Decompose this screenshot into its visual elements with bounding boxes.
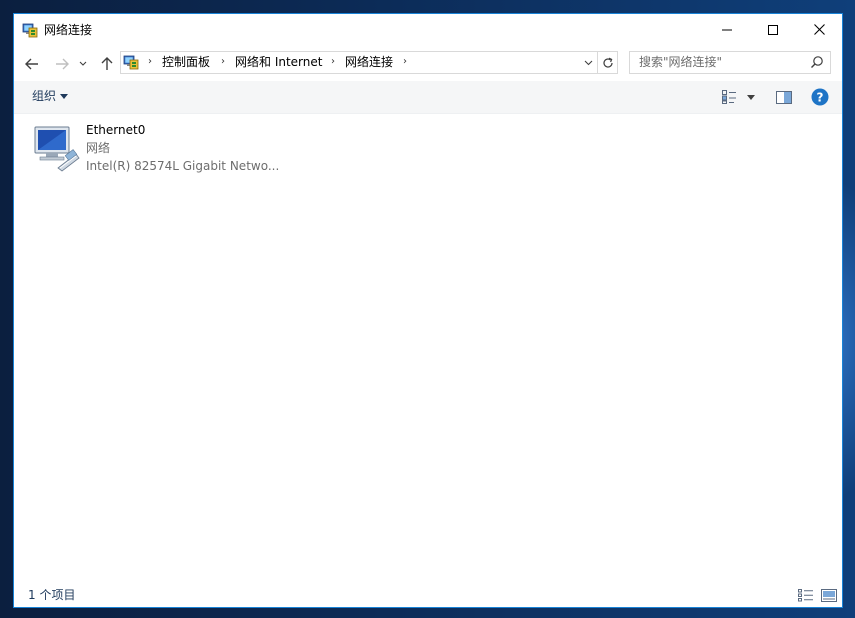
breadcrumb-separator-icon[interactable]: › (331, 56, 335, 67)
item-description: Intel(R) 82574L Gigabit Netwo... (86, 159, 280, 173)
refresh-icon (603, 57, 613, 68)
title-bar[interactable]: 网络连接 (14, 14, 842, 47)
forward-arrow-icon (56, 58, 69, 70)
search-input[interactable]: 搜索"网络连接" (639, 55, 722, 70)
navigation-bar: › 控制面板 › 网络和 Internet › 网络连接 › 搜索"网络连接" (14, 47, 842, 81)
item-type: 网络 (86, 141, 111, 155)
breadcrumb-separator-icon[interactable]: › (221, 56, 225, 67)
address-bar[interactable]: › 控制面板 › 网络和 Internet › 网络连接 › (120, 51, 618, 74)
refresh-button[interactable] (597, 52, 618, 73)
maximize-icon (768, 24, 778, 35)
forward-button[interactable] (52, 55, 72, 73)
dropdown-arrow-icon (60, 94, 69, 99)
minimize-button[interactable] (704, 14, 750, 45)
explorer-window: 网络连接 › 控制面板 › 网络和 Internet › 网络连接 › 搜索"网… (13, 13, 843, 608)
close-icon (813, 24, 825, 35)
window-title: 网络连接 (44, 23, 93, 37)
details-view-icon[interactable] (798, 589, 814, 602)
change-view-icon (722, 90, 736, 104)
search-icon[interactable] (810, 55, 824, 69)
breadcrumb-network-connections[interactable]: 网络连接 (345, 55, 393, 70)
breadcrumb-separator-icon[interactable]: › (148, 56, 152, 67)
svg-text:?: ? (817, 91, 824, 105)
back-button[interactable] (22, 55, 42, 73)
breadcrumb-control-panel[interactable]: 控制面板 (162, 55, 210, 70)
ethernet-adapter-icon (34, 126, 80, 172)
change-view-dropdown[interactable] (744, 88, 758, 106)
item-name: Ethernet0 (86, 123, 146, 137)
network-connections-icon (22, 23, 38, 38)
dropdown-arrow-icon (747, 94, 755, 100)
large-icons-view-icon[interactable] (821, 589, 837, 602)
close-button[interactable] (796, 14, 842, 45)
status-bar: 1 个项目 (14, 584, 842, 607)
breadcrumb-separator-icon[interactable]: › (403, 56, 407, 67)
minimize-icon (722, 29, 732, 30)
organize-button[interactable]: 组织 (32, 89, 69, 104)
breadcrumb-network-internet[interactable]: 网络和 Internet (235, 55, 322, 70)
chevron-down-icon (584, 60, 592, 65)
recent-locations-button[interactable] (77, 55, 89, 73)
search-box[interactable]: 搜索"网络连接" (629, 51, 831, 74)
preview-pane-icon (776, 90, 792, 104)
up-button[interactable] (97, 55, 117, 73)
back-arrow-icon (25, 58, 38, 70)
change-view-button[interactable] (720, 88, 740, 106)
help-button[interactable]: ? (810, 88, 830, 106)
list-item[interactable]: Ethernet0 网络 Intel(R) 82574L Gigabit Net… (32, 122, 292, 182)
command-bar: 组织 ? (14, 81, 842, 114)
address-dropdown-button[interactable] (581, 55, 595, 70)
maximize-button[interactable] (750, 14, 796, 45)
item-count: 1 个项目 (28, 588, 76, 602)
preview-pane-button[interactable] (774, 88, 794, 106)
up-arrow-icon (101, 57, 113, 70)
network-connections-icon (123, 55, 139, 70)
chevron-down-icon (79, 61, 87, 66)
help-icon: ? (811, 88, 829, 106)
organize-label: 组织 (32, 89, 57, 103)
